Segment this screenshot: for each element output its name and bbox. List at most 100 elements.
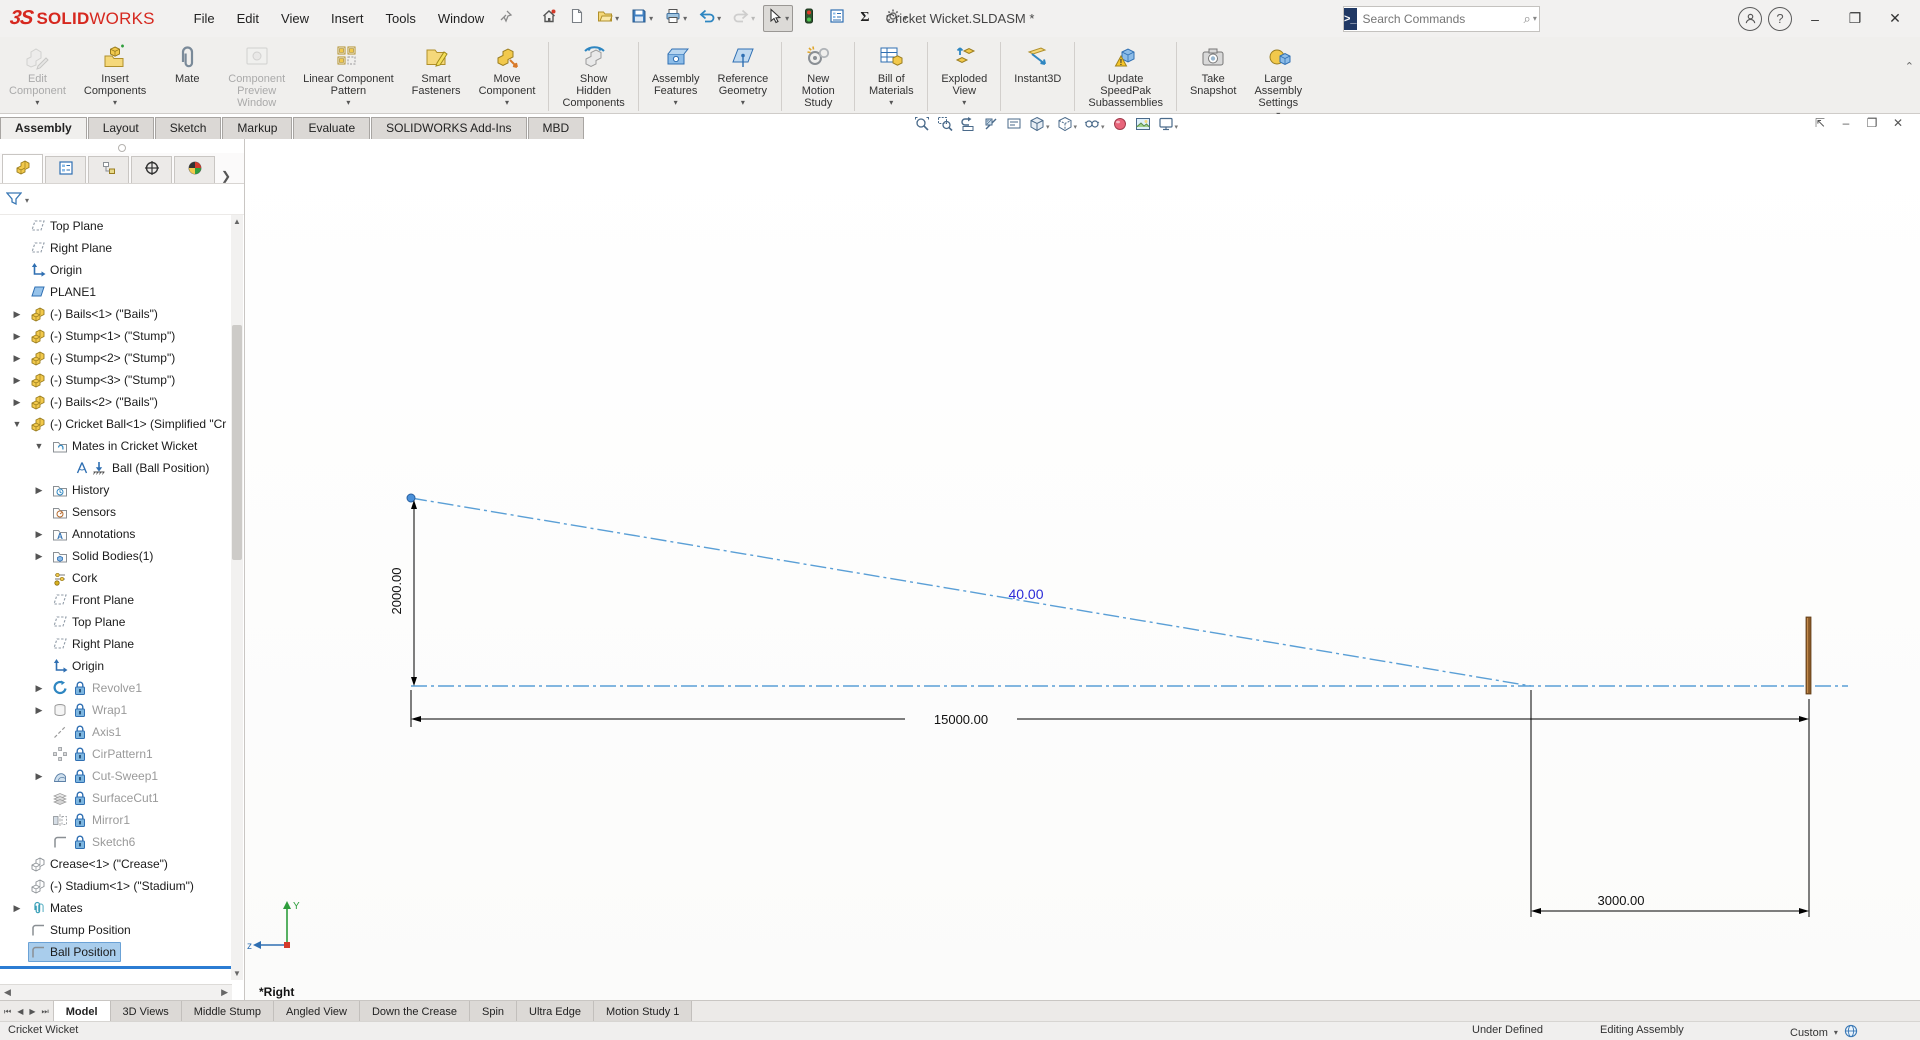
last-tab-icon[interactable]: ⏭ xyxy=(42,1007,49,1017)
doc-minimize-icon[interactable]: – xyxy=(1838,116,1854,130)
next-tab-icon[interactable]: ▶ xyxy=(29,1007,35,1016)
instant3d-button[interactable]: Instant3D xyxy=(1006,40,1069,97)
smart-fasteners-button[interactable]: SmartFasteners xyxy=(404,40,469,109)
dimxpert-tab[interactable] xyxy=(131,156,172,183)
tree-item[interactable]: ▶(-) Bails<2> ("Bails") xyxy=(0,391,232,413)
edit-appearance-button[interactable] xyxy=(1110,115,1130,138)
tab-markup[interactable]: Markup xyxy=(222,117,292,139)
dropdown-arrow-icon[interactable]: ▾ xyxy=(35,98,39,106)
sheet-tab-down-the-crease[interactable]: Down the Crease xyxy=(360,1001,470,1022)
dimension-angle[interactable]: 40.00 xyxy=(1008,586,1043,602)
graphics-area[interactable]: 2000.00 40.00 15000.00 xyxy=(245,139,1920,1000)
dropdown-arrow-icon[interactable]: ▾ xyxy=(1046,123,1050,131)
tree-item-content[interactable]: Axis1 xyxy=(50,722,126,742)
dropdown-arrow-icon[interactable]: ▾ xyxy=(505,98,509,106)
search-dropdown-arrow[interactable]: ▾ xyxy=(1533,14,1537,23)
dropdown-arrow-icon[interactable]: ▾ xyxy=(649,14,653,23)
tree-item[interactable]: ▶(-) Bails<1> ("Bails") xyxy=(0,303,232,325)
tree-item[interactable]: ▶Cut-Sweep1 xyxy=(0,765,232,787)
doc-restore-icon[interactable]: ❐ xyxy=(1864,116,1880,130)
expand-arrow-icon[interactable]: ▶ xyxy=(28,705,50,716)
dropdown-arrow-icon[interactable]: ▾ xyxy=(903,14,907,23)
undo-button[interactable]: ▾ xyxy=(695,5,725,32)
tree-item-content[interactable]: (-) Cricket Ball<1> (Simplified "Cr xyxy=(28,414,231,434)
tree-item[interactable]: Front Plane xyxy=(0,589,232,611)
expand-arrow-icon[interactable]: ▶ xyxy=(28,551,50,562)
tab-evaluate[interactable]: Evaluate xyxy=(293,117,370,139)
large-assembly-settings-button[interactable]: LargeAssemblySettings▾ xyxy=(1246,40,1310,121)
apply-scene-button[interactable] xyxy=(1133,115,1153,138)
property-manager-tab[interactable] xyxy=(45,156,86,183)
rollback-bar[interactable] xyxy=(0,966,232,969)
expand-arrow-icon[interactable]: ▶ xyxy=(6,331,28,342)
tree-item[interactable]: CirPattern1 xyxy=(0,743,232,765)
assembly-features-button[interactable]: AssemblyFeatures▾ xyxy=(644,40,708,109)
bill-of-materials-button[interactable]: Bill ofMaterials▾ xyxy=(860,40,922,109)
tree-item[interactable]: Sketch6 xyxy=(0,831,232,853)
expand-arrow-icon[interactable]: ▼ xyxy=(28,441,50,451)
dropdown-arrow-icon[interactable]: ▾ xyxy=(889,98,893,106)
tree-item-content[interactable]: SurfaceCut1 xyxy=(50,788,164,808)
previous-view-button[interactable] xyxy=(958,115,978,138)
scroll-up-icon[interactable]: ▲ xyxy=(231,215,243,228)
feature-tree-tab[interactable] xyxy=(2,154,43,183)
tree-item[interactable]: ▼Mates in Cricket Wicket xyxy=(0,435,232,457)
dropdown-arrow-icon[interactable]: ▾ xyxy=(1074,123,1078,131)
expand-arrow-icon[interactable]: ▶ xyxy=(28,529,50,540)
tree-item-content[interactable]: Sketch6 xyxy=(50,832,140,852)
tree-item-content[interactable]: Top Plane xyxy=(50,612,130,632)
search-icon[interactable]: ⌕ xyxy=(1524,11,1531,27)
tree-item-content[interactable]: (-) Bails<2> ("Bails") xyxy=(28,392,163,412)
first-tab-icon[interactable]: ⏮ xyxy=(4,1007,11,1017)
tab-mbd[interactable]: MBD xyxy=(528,117,585,139)
dropdown-arrow-icon[interactable]: ▾ xyxy=(962,98,966,106)
dropdown-arrow-icon[interactable]: ▾ xyxy=(717,14,721,23)
tree-item-content[interactable]: Ball (Ball Position) xyxy=(72,458,214,478)
expand-arrow-icon[interactable]: ▶ xyxy=(6,309,28,320)
doc-close-icon[interactable]: ✕ xyxy=(1890,116,1906,130)
expand-arrow-icon[interactable]: ▶ xyxy=(6,375,28,386)
tree-item-content[interactable]: Revolve1 xyxy=(50,678,147,698)
minimize-button[interactable]: – xyxy=(1798,6,1832,32)
tree-item[interactable]: Sensors xyxy=(0,501,232,523)
tree-item-content[interactable]: Origin xyxy=(50,656,109,676)
sheet-tab-model[interactable]: Model xyxy=(54,1001,111,1022)
expand-arrow-icon[interactable]: ▶ xyxy=(6,903,28,914)
tree-item-content[interactable]: Cut-Sweep1 xyxy=(50,766,163,786)
tree-item[interactable]: Axis1 xyxy=(0,721,232,743)
display-style-button[interactable]: ▾ xyxy=(1055,115,1080,138)
expand-arrow-icon[interactable]: ▶ xyxy=(28,683,50,694)
tree-item[interactable]: Origin xyxy=(0,259,232,281)
tree-item[interactable]: ▶Mates xyxy=(0,897,232,919)
tree-item-content[interactable]: PLANE1 xyxy=(28,282,101,302)
login-user-icon[interactable] xyxy=(1738,7,1762,31)
print-button[interactable]: ▾ xyxy=(661,5,691,32)
ribbon-collapse-arrow[interactable]: ⌃ xyxy=(1905,60,1914,73)
tree-item[interactable]: Stump Position xyxy=(0,919,232,941)
sheet-tab-motion-study-1[interactable]: Motion Study 1 xyxy=(594,1001,692,1022)
menu-file[interactable]: File xyxy=(183,7,226,30)
tree-item-content[interactable]: Cork xyxy=(50,568,102,588)
expand-arrow-icon[interactable]: ▶ xyxy=(6,353,28,364)
tree-item-content[interactable]: (-) Stump<3> ("Stump") xyxy=(28,370,180,390)
tree-item[interactable]: ▶(-) Stump<1> ("Stump") xyxy=(0,325,232,347)
home-button[interactable] xyxy=(537,5,561,32)
tree-item-content[interactable]: Origin xyxy=(28,260,87,280)
tree-item[interactable]: Top Plane xyxy=(0,611,232,633)
dropdown-arrow-icon[interactable]: ▾ xyxy=(615,14,619,23)
menu-window[interactable]: Window xyxy=(427,7,495,30)
tree-item[interactable]: ▶History xyxy=(0,479,232,501)
select-button[interactable]: ▾ xyxy=(763,5,793,32)
restore-button[interactable]: ❐ xyxy=(1838,6,1872,32)
search-commands-box[interactable]: >_ ⌕ ▾ xyxy=(1343,6,1540,32)
dropdown-arrow-icon[interactable]: ▾ xyxy=(741,98,745,106)
pin-menu-icon[interactable] xyxy=(499,9,513,28)
help-icon[interactable]: ? xyxy=(1768,7,1792,31)
tree-item[interactable]: ▶Wrap1 xyxy=(0,699,232,721)
tree-item[interactable]: SurfaceCut1 xyxy=(0,787,232,809)
tree-item[interactable]: ▶(-) Stump<2> ("Stump") xyxy=(0,347,232,369)
save-button[interactable]: ▾ xyxy=(627,5,657,32)
view-orientation-button[interactable]: ▾ xyxy=(1027,115,1052,138)
menu-tools[interactable]: Tools xyxy=(374,7,426,30)
scroll-left-icon[interactable]: ◀ xyxy=(0,987,15,998)
